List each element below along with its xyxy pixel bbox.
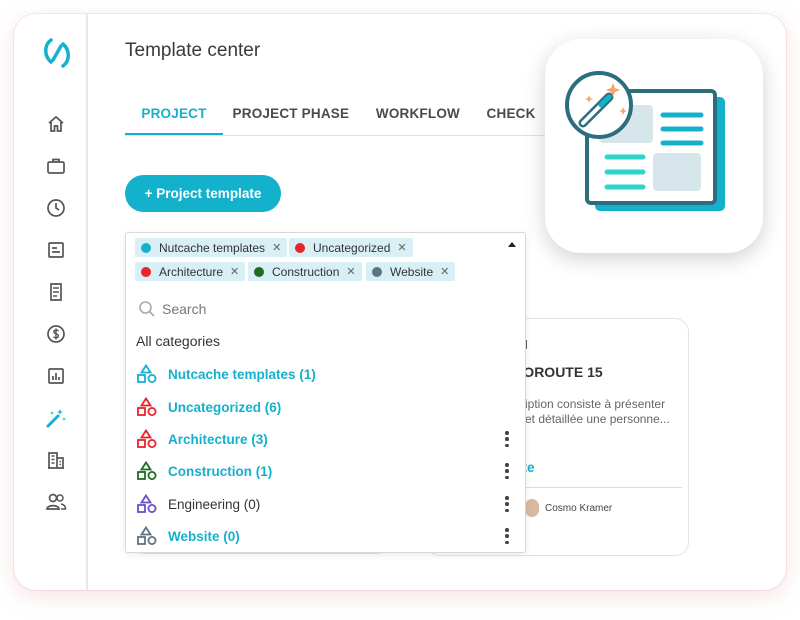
shapes-category-icon	[137, 429, 157, 448]
avatar	[525, 499, 539, 517]
more-options-icon[interactable]	[502, 494, 512, 514]
magic-wand-icon[interactable]	[44, 406, 68, 430]
tab-project[interactable]: PROJECT	[125, 100, 223, 135]
card-divider	[515, 487, 682, 488]
tab-workflow[interactable]: WORKFLOW	[359, 100, 477, 135]
category-label: Nutcache templates (1)	[168, 366, 316, 382]
chip-color-dot	[372, 266, 382, 277]
home-icon[interactable]	[44, 112, 68, 136]
nutcache-logo-icon[interactable]	[42, 36, 72, 70]
card-description: e et détaillée une personne...	[515, 412, 670, 426]
search-row	[138, 297, 508, 321]
chip-remove-icon[interactable]: ✕	[230, 265, 239, 278]
chip-color-dot	[254, 266, 264, 277]
clock-icon[interactable]	[44, 196, 68, 220]
category-label: Website (0)	[168, 528, 240, 544]
shapes-category-icon	[137, 364, 157, 383]
chip-label: Construction	[272, 264, 340, 279]
category-label: Uncategorized (6)	[168, 399, 282, 415]
category-option-uncategorized[interactable]: Uncategorized (6)	[136, 395, 516, 419]
report-chart-icon[interactable]	[44, 364, 68, 388]
chip-website: Website ✕	[366, 262, 456, 281]
chip-remove-icon[interactable]: ✕	[346, 265, 355, 278]
tab-bar: PROJECT PROJECT PHASE WORKFLOW CHECK	[125, 100, 545, 136]
app-window: Template center PROJECT PROJECT PHASE WO…	[14, 14, 786, 590]
collapse-caret-icon[interactable]	[508, 242, 516, 247]
users-icon[interactable]	[44, 490, 68, 514]
page-title: Template center	[125, 40, 261, 61]
more-options-icon[interactable]	[502, 429, 512, 449]
category-label: Architecture (3)	[168, 431, 268, 447]
category-option-construction[interactable]: Construction (1)	[136, 459, 516, 483]
category-label: Engineering (0)	[168, 496, 261, 512]
category-label: Construction (1)	[168, 463, 273, 479]
briefcase-icon[interactable]	[44, 154, 68, 178]
chip-label: Architecture	[159, 264, 224, 279]
shapes-category-icon	[137, 397, 157, 416]
chip-construction: Construction ✕	[248, 262, 362, 281]
chip-remove-icon[interactable]: ✕	[397, 241, 406, 254]
chip-remove-icon[interactable]: ✕	[440, 265, 449, 278]
invoice-icon[interactable]	[44, 280, 68, 304]
more-options-icon[interactable]	[502, 526, 512, 546]
chip-label: Nutcache templates	[159, 240, 266, 255]
shapes-category-icon	[137, 494, 157, 513]
card-title: TOROUTE 15	[515, 364, 603, 380]
category-option-engineering[interactable]: Engineering (0)	[136, 492, 516, 516]
chip-label: Website	[390, 264, 434, 279]
category-option-nutcache-templates[interactable]: Nutcache templates (1)	[136, 362, 516, 386]
add-project-template-button[interactable]: + Project template	[125, 175, 281, 212]
chip-nutcache-templates: Nutcache templates ✕	[135, 238, 288, 257]
building-icon[interactable]	[44, 448, 68, 472]
chip-remove-icon[interactable]: ✕	[272, 241, 281, 254]
search-input[interactable]	[162, 301, 482, 317]
shapes-category-icon	[137, 526, 157, 545]
category-filter-dropdown[interactable]: Nutcache templates ✕ Uncategorized ✕ Arc…	[125, 232, 526, 553]
category-option-website[interactable]: Website (0)	[136, 524, 516, 548]
search-icon	[139, 301, 155, 317]
more-options-icon[interactable]	[502, 461, 512, 481]
category-option-architecture[interactable]: Architecture (3)	[136, 427, 516, 451]
chip-uncategorized: Uncategorized ✕	[289, 238, 413, 257]
timesheet-icon[interactable]	[44, 238, 68, 262]
tab-project-phase[interactable]: PROJECT PHASE	[223, 100, 359, 135]
chip-architecture: Architecture ✕	[135, 262, 246, 281]
card-author: Cosmo Kramer	[545, 503, 613, 514]
chip-label: Uncategorized	[313, 240, 391, 255]
dollar-icon[interactable]	[44, 322, 68, 346]
chip-color-dot	[141, 266, 151, 277]
chip-color-dot	[295, 242, 305, 253]
chip-color-dot	[141, 242, 151, 253]
template-center-app-icon	[545, 39, 763, 253]
magic-template-icon	[565, 71, 725, 211]
tab-checklist[interactable]: CHECK	[477, 100, 545, 135]
all-categories-option[interactable]: All categories	[136, 333, 220, 349]
card-description: cription consiste à présenter	[515, 397, 666, 411]
sidebar	[14, 14, 88, 590]
shapes-category-icon	[137, 461, 157, 480]
